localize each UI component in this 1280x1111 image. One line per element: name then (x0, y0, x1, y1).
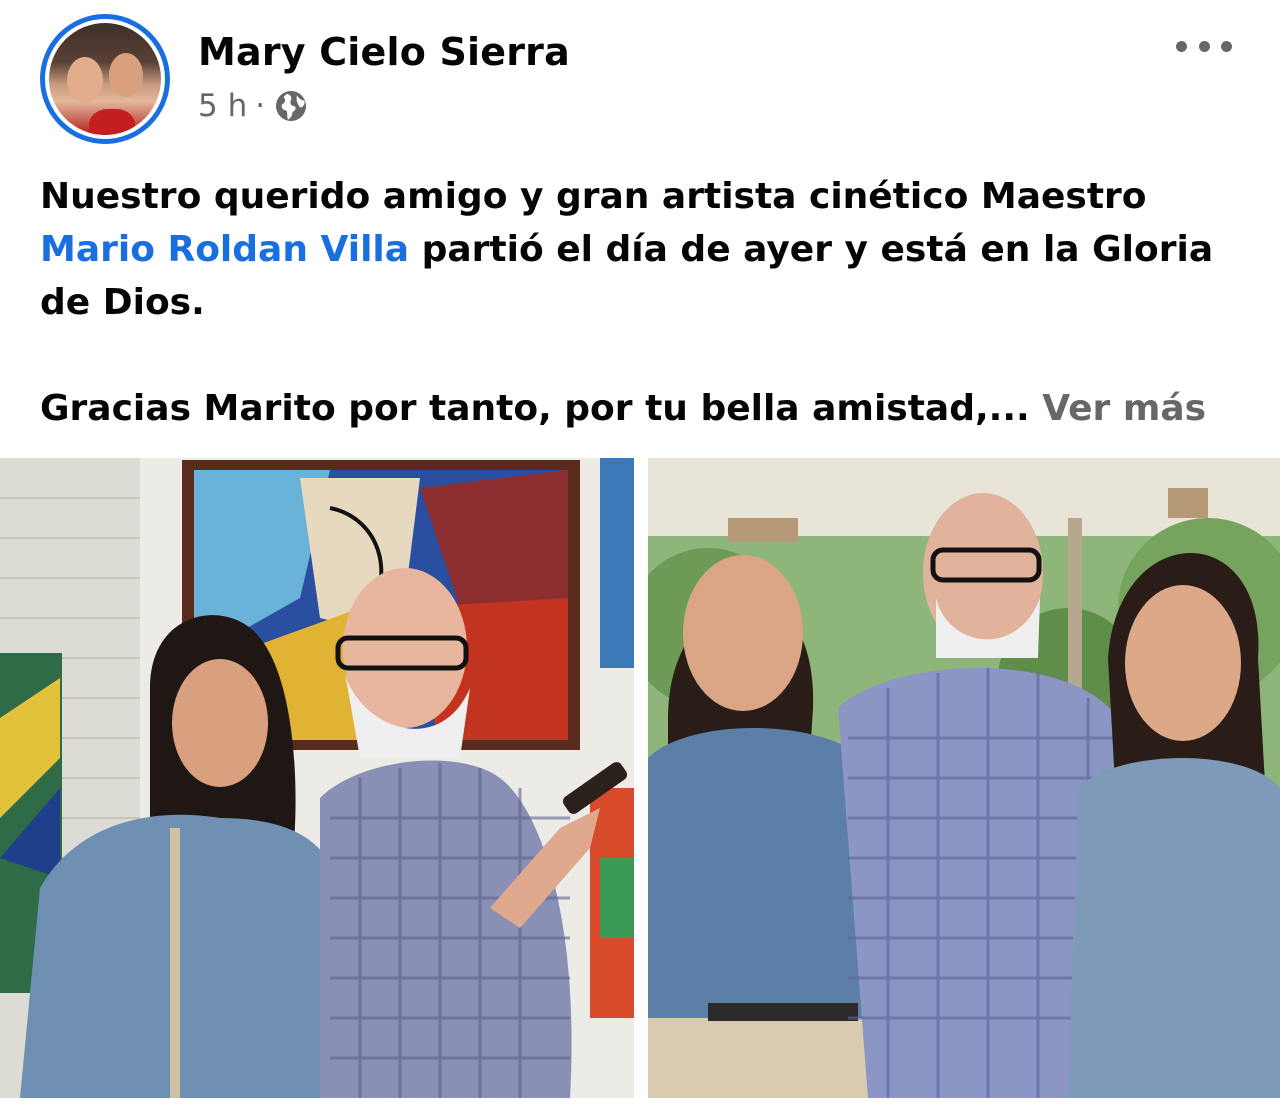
profile-avatar[interactable] (40, 14, 170, 144)
post-line-1: Nuestro querido amigo y gran artista cin… (40, 176, 1147, 217)
avatar-image (49, 23, 161, 135)
mention-link[interactable]: Mario Roldan Villa (40, 229, 409, 270)
post-timestamp[interactable]: 5 h (198, 88, 247, 124)
post-line-3: Gracias Marito por tanto, por tu bella a… (40, 388, 1030, 429)
photo-studio-portrait[interactable] (0, 458, 634, 1098)
post-text: Nuestro querido amigo y gran artista cin… (40, 170, 1250, 435)
facebook-post: Mary Cielo Sierra 5 h · Nuestro querido … (0, 0, 1280, 1111)
more-options-icon[interactable] (1176, 32, 1232, 60)
see-more-link[interactable]: Ver más (1042, 388, 1206, 429)
author-name[interactable]: Mary Cielo Sierra (198, 30, 570, 74)
post-meta: 5 h · (198, 88, 309, 124)
globe-icon[interactable] (273, 88, 309, 124)
meta-separator: · (255, 88, 266, 124)
photo-outdoor-group[interactable] (648, 458, 1280, 1098)
